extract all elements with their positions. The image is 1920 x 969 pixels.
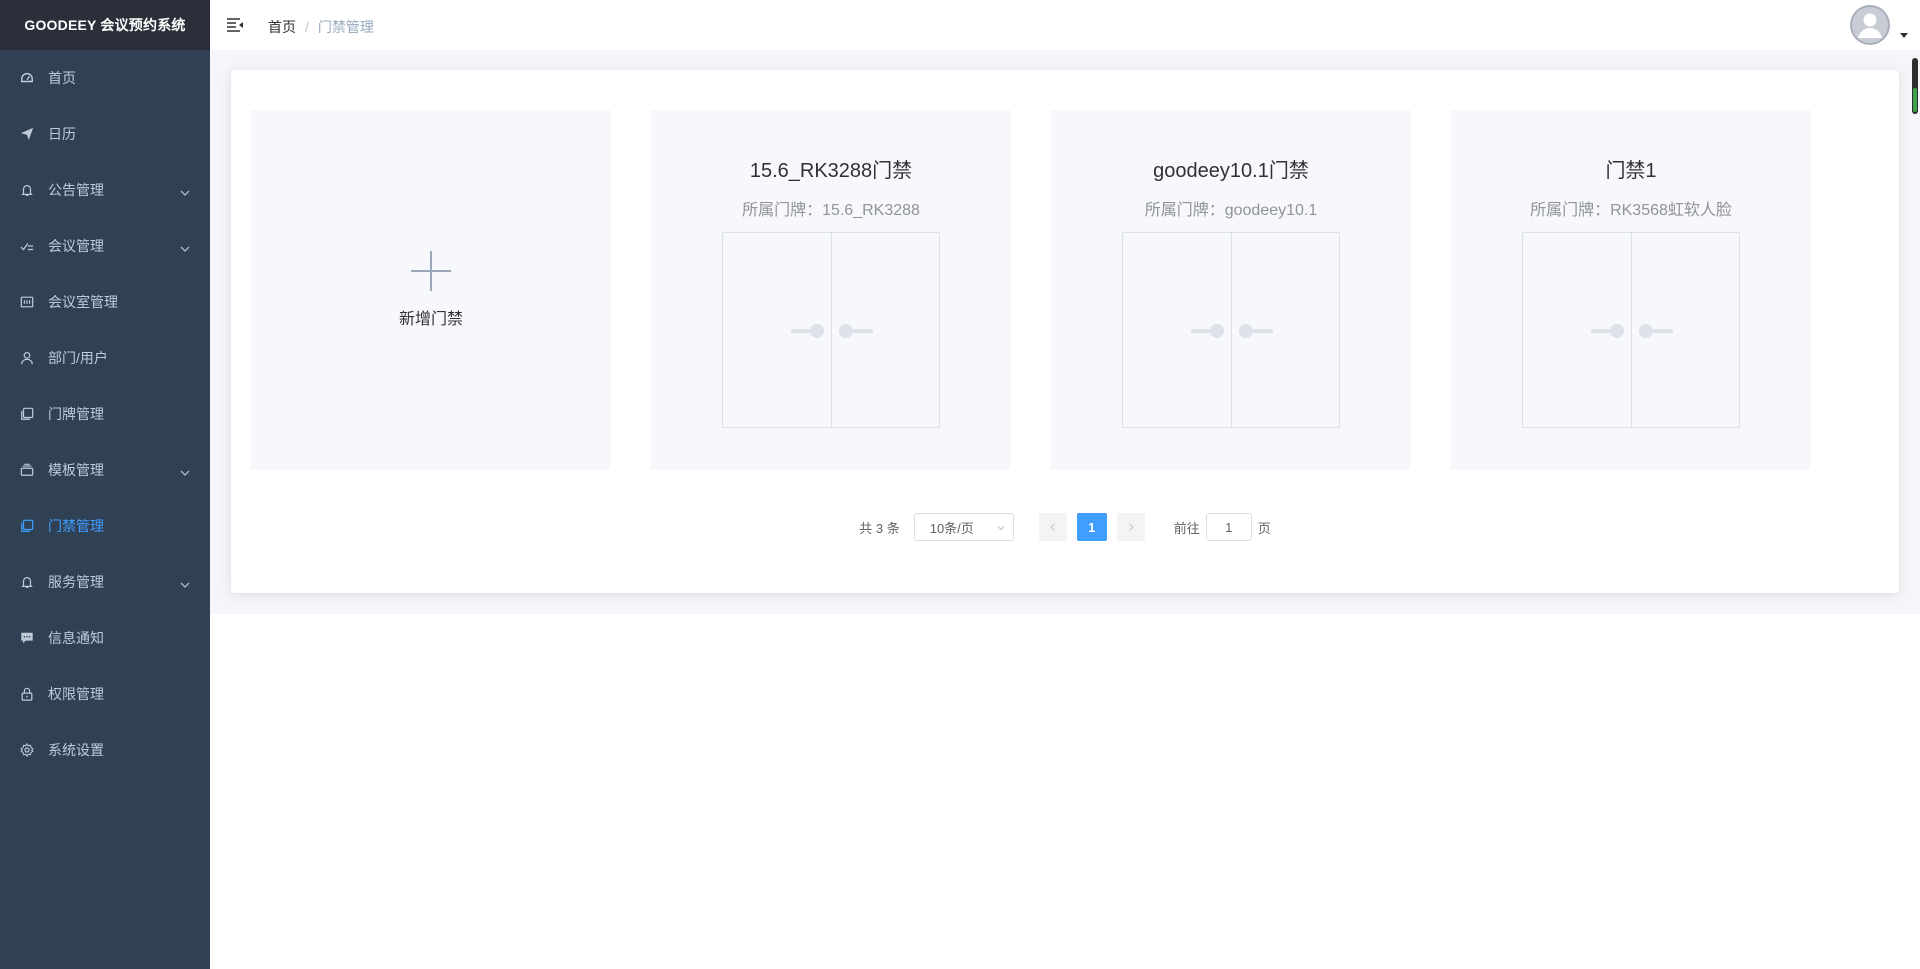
- goto-page-input[interactable]: [1205, 513, 1252, 541]
- lock-icon: [20, 687, 34, 701]
- add-access-label: 新增门禁: [398, 311, 463, 328]
- user-icon: [20, 351, 34, 365]
- access-card-doorplate: 所属门牌：goodeey10.1: [1144, 202, 1318, 219]
- page-size-select[interactable]: 10条/页: [913, 513, 1014, 541]
- access-card[interactable]: 15.6_RK3288门禁 所属门牌：15.6_RK3288: [651, 110, 1011, 470]
- sidebar-item-announcements[interactable]: 公告管理: [0, 162, 210, 218]
- page-number-button[interactable]: 1: [1076, 513, 1107, 541]
- copy-icon: [20, 407, 34, 421]
- sidebar: GOODEEY 会议预约系统 首页 日历 公告管理 会议管理 会议室管理 部门/…: [0, 0, 210, 969]
- sidebar-item-label: 部门/用户: [48, 350, 108, 366]
- send-icon: [20, 127, 34, 141]
- access-card-title: 门禁1: [1605, 160, 1657, 182]
- sidebar-item-calendar[interactable]: 日历: [0, 106, 210, 162]
- layers-icon: [20, 463, 34, 477]
- access-card-doorplate: 所属门牌：15.6_RK3288: [742, 202, 920, 219]
- sidebar-item-users[interactable]: 部门/用户: [0, 330, 210, 386]
- add-access-card[interactable]: 新增门禁: [251, 110, 611, 470]
- prev-page-button[interactable]: [1038, 513, 1067, 541]
- chevron-down-icon: [180, 241, 190, 252]
- sidebar-item-settings[interactable]: 系统设置: [0, 722, 210, 778]
- sidebar-menu: 首页 日历 公告管理 会议管理 会议室管理 部门/用户 门牌管理 模板管理 门禁…: [0, 50, 210, 778]
- chevron-right-icon: [1128, 523, 1134, 531]
- dashboard-icon: [20, 71, 34, 85]
- chevron-down-icon: [180, 185, 190, 196]
- bell-icon: [20, 183, 34, 197]
- pagination: 共 3 条 10条/页 1 前往 页: [231, 513, 1899, 541]
- sidebar-item-label: 系统设置: [48, 742, 104, 758]
- sidebar-item-label: 会议室管理: [48, 294, 118, 310]
- copy-icon: [20, 519, 34, 533]
- sidebar-item-label: 门禁管理: [48, 518, 104, 534]
- page-size-value: 10条/页: [929, 520, 974, 536]
- breadcrumb-separator: /: [305, 19, 309, 35]
- gear-icon: [20, 743, 34, 757]
- chevron-down-icon: [180, 577, 190, 588]
- page-jumper: 前往 页: [1174, 513, 1271, 541]
- plus-icon: [411, 251, 451, 291]
- chevron-down-icon: [180, 465, 190, 476]
- sidebar-item-label: 首页: [48, 70, 76, 86]
- caret-down-icon[interactable]: [1900, 33, 1908, 38]
- top-navbar: 首页 / 门禁管理: [210, 0, 1920, 50]
- sidebar-item-label: 信息通知: [48, 630, 104, 646]
- access-card[interactable]: goodeey10.1门禁 所属门牌：goodeey10.1: [1051, 110, 1411, 470]
- breadcrumb-current: 门禁管理: [317, 19, 374, 35]
- main-content: 新增门禁 15.6_RK3288门禁 所属门牌：15.6_RK3288 good…: [210, 50, 1920, 614]
- next-page-button[interactable]: [1116, 513, 1145, 541]
- sidebar-item-meetings[interactable]: 会议管理: [0, 218, 210, 274]
- sidebar-item-notifications[interactable]: 信息通知: [0, 610, 210, 666]
- access-card-title: 15.6_RK3288门禁: [749, 160, 913, 182]
- board-icon: [20, 295, 34, 309]
- chevron-left-icon: [1049, 523, 1055, 531]
- goto-prefix: 前往: [1173, 520, 1200, 536]
- sidebar-item-label: 服务管理: [48, 574, 104, 590]
- sidebar-item-label: 门牌管理: [48, 406, 104, 422]
- sidebar-item-label: 模板管理: [48, 462, 104, 478]
- message-icon: [20, 631, 34, 645]
- sidebar-item-label: 日历: [48, 126, 76, 142]
- avatar[interactable]: [1850, 5, 1890, 45]
- access-card-doorplate: 所属门牌：RK3568虹软人脸: [1530, 202, 1732, 219]
- access-control-panel: 新增门禁 15.6_RK3288门禁 所属门牌：15.6_RK3288 good…: [231, 70, 1899, 593]
- door-icon: [1522, 232, 1740, 428]
- sidebar-item-home[interactable]: 首页: [0, 50, 210, 106]
- sidebar-item-label: 会议管理: [48, 238, 104, 254]
- breadcrumb-home[interactable]: 首页: [268, 17, 296, 37]
- checklist-icon: [20, 239, 34, 253]
- door-icon: [1122, 232, 1340, 428]
- sidebar-item-access-control[interactable]: 门禁管理: [0, 498, 210, 554]
- door-icon: [722, 232, 940, 428]
- sidebar-item-label: 权限管理: [48, 686, 104, 702]
- pagination-total: 共 3 条: [859, 520, 900, 536]
- scrollbar[interactable]: [1912, 58, 1918, 114]
- sidebar-item-templates[interactable]: 模板管理: [0, 442, 210, 498]
- app-title: GOODEEY 会议预约系统: [0, 0, 210, 50]
- access-card[interactable]: 门禁1 所属门牌：RK3568虹软人脸: [1451, 110, 1811, 470]
- chevron-down-icon: [997, 526, 1005, 531]
- sidebar-item-services[interactable]: 服务管理: [0, 554, 210, 610]
- sidebar-item-doorplates[interactable]: 门牌管理: [0, 386, 210, 442]
- sidebar-item-permissions[interactable]: 权限管理: [0, 666, 210, 722]
- sidebar-item-label: 公告管理: [48, 182, 104, 198]
- sidebar-item-rooms[interactable]: 会议室管理: [0, 274, 210, 330]
- access-card-title: goodeey10.1门禁: [1153, 160, 1309, 182]
- goto-suffix: 页: [1257, 520, 1271, 536]
- hamburger-icon[interactable]: [226, 16, 244, 34]
- user-avatar-icon: [1850, 5, 1890, 45]
- bell-icon: [20, 575, 34, 589]
- breadcrumb: 首页 / 门禁管理: [268, 17, 374, 37]
